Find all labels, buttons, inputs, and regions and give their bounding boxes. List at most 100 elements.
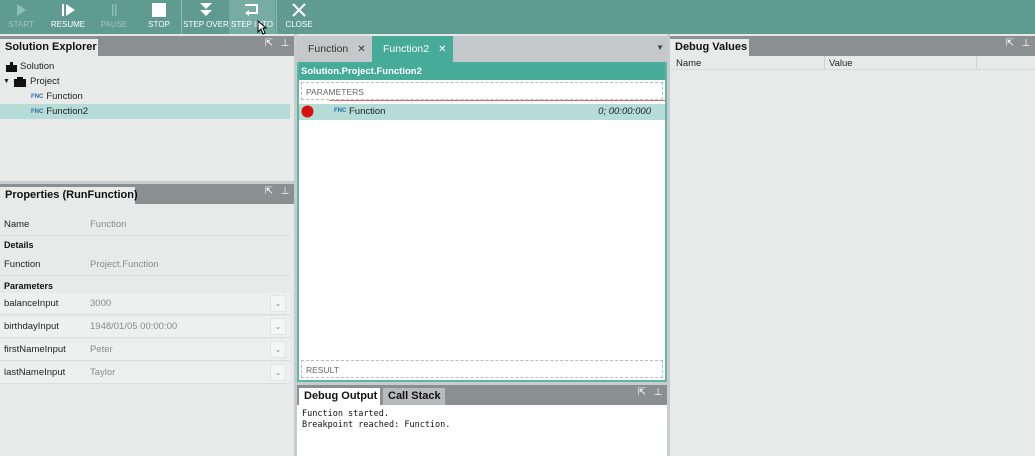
property-function-row: Function Project.Function [0, 254, 290, 276]
param-label: birthdayInput [4, 321, 59, 332]
parameters-heading: Parameters [4, 281, 54, 291]
tab-debug-output[interactable]: Debug Output [299, 388, 380, 405]
tree-item-function2[interactable]: FNC Function2 [0, 104, 290, 119]
tree-item-solution[interactable]: Solution [0, 59, 290, 74]
pause-icon [112, 4, 117, 16]
step-time: 0; 00:00:000 [598, 106, 651, 117]
chevron-down-icon[interactable]: ⌄ [270, 341, 286, 358]
function-icon: FNC [31, 108, 44, 115]
start-button[interactable]: START [2, 0, 40, 34]
solution-explorer-header: Solution Explorer ⇱ ⊥ [0, 36, 294, 56]
log-line: Function started. [302, 409, 389, 419]
param-value[interactable]: Peter [90, 344, 113, 355]
close-tab-icon[interactable]: ✕ [357, 44, 365, 55]
float-icon[interactable]: ⇱ [264, 38, 274, 49]
tab-label: Function [308, 43, 349, 55]
resume-button[interactable]: RESUME [46, 0, 90, 34]
solution-explorer-title: Solution Explorer [0, 39, 98, 56]
column-divider[interactable] [824, 56, 825, 70]
property-label: Name [4, 219, 30, 230]
parameters-label: PARAMETERS [306, 87, 364, 97]
pin-icon[interactable]: ⊥ [1021, 38, 1031, 49]
property-name-row: Name Function [0, 214, 290, 236]
close-label: CLOSE [285, 20, 313, 29]
column-value[interactable]: Value [829, 58, 853, 69]
tab-overflow-icon[interactable]: ▼ [656, 43, 664, 52]
toolbar-separator [181, 0, 182, 34]
close-icon [292, 3, 306, 17]
float-icon[interactable]: ⇱ [637, 387, 647, 398]
pause-button[interactable]: PAUSE [96, 0, 132, 34]
tab-label: Function2 [383, 43, 430, 55]
vertical-splitter[interactable] [667, 34, 670, 456]
step-label: Function [349, 106, 386, 117]
param-label: firstNameInput [4, 344, 66, 355]
param-value[interactable]: Taylor [90, 367, 115, 378]
param-value[interactable]: 1948/01/05 00:00:00 [90, 321, 177, 332]
properties-panel: Properties (RunFunction) ⇱ ⊥ Name Functio… [0, 184, 294, 456]
step-row-function[interactable]: FNC Function 0; 00:00:000 [299, 104, 665, 120]
function-editor: Solution.Project.Function2 PARAMETERS FN… [297, 62, 667, 382]
property-label: Function [4, 259, 41, 270]
stop-label: STOP [148, 20, 170, 29]
stop-button[interactable]: STOP [140, 0, 178, 34]
param-row-birthday: birthdayInput 1948/01/05 00:00:00 ⌄ [0, 316, 290, 338]
properties-title: Properties (RunFunction) [0, 187, 138, 204]
breadcrumb: Solution.Project.Function2 [299, 62, 665, 80]
tab-call-stack[interactable]: Call Stack [383, 388, 445, 405]
float-icon[interactable]: ⇱ [264, 186, 274, 197]
horizontal-splitter[interactable] [0, 181, 294, 184]
function-icon: FNC [334, 108, 347, 114]
debug-values-title: Debug Values [670, 39, 749, 56]
tree-item-label: Function2 [46, 106, 89, 117]
debug-values-panel: Debug Values ⇱ ⊥ Name Value [670, 36, 1035, 456]
debug-values-header: Debug Values ⇱ ⊥ [670, 36, 1035, 56]
pin-icon[interactable]: ⊥ [280, 186, 290, 197]
step-into-button[interactable]: STEP INTO [229, 0, 275, 34]
tab-function2[interactable]: Function2 ✕ [372, 36, 453, 62]
pin-icon[interactable]: ⊥ [280, 38, 290, 49]
tree-item-label: Solution [20, 61, 55, 72]
step-over-icon [200, 3, 212, 16]
debug-output-header: Debug Output Call Stack ⇱ ⊥ [297, 385, 667, 405]
vertical-splitter[interactable] [294, 34, 297, 456]
solution-icon [6, 61, 17, 72]
chevron-down-icon[interactable]: ⌄ [270, 295, 286, 312]
tree-item-label: Project [30, 76, 60, 87]
tab-function[interactable]: Function ✕ [297, 36, 371, 62]
start-label: START [8, 20, 34, 29]
drop-indicator-line [329, 100, 665, 101]
close-tab-icon[interactable]: ✕ [438, 44, 446, 55]
tree-item-label: Function [46, 91, 83, 102]
result-label: RESULT [306, 365, 339, 375]
details-heading: Details [4, 240, 34, 250]
property-value[interactable]: Project.Function [90, 259, 159, 270]
close-button[interactable]: CLOSE [281, 0, 317, 34]
log-line: Breakpoint reached: Function. [302, 420, 451, 430]
chevron-down-icon[interactable]: ⌄ [270, 318, 286, 335]
property-value[interactable]: Function [90, 219, 126, 230]
horizontal-splitter[interactable] [297, 382, 667, 385]
breakpoint-icon[interactable] [301, 105, 314, 118]
column-divider[interactable] [976, 56, 977, 70]
column-name[interactable]: Name [676, 58, 701, 69]
play-icon [17, 4, 26, 16]
tree-item-function[interactable]: FNC Function [0, 89, 290, 104]
stop-icon [152, 3, 166, 17]
param-value[interactable]: 3000 [90, 298, 111, 309]
step-over-label: STEP OVER [183, 20, 229, 29]
parameters-section: PARAMETERS [301, 82, 663, 100]
resume-label: RESUME [50, 20, 86, 29]
param-label: balanceInput [4, 298, 59, 309]
expand-triangle-icon[interactable]: ▼ [0, 78, 14, 85]
pause-label: PAUSE [100, 20, 128, 29]
param-row-lastname: lastNameInput Taylor ⌄ [0, 362, 290, 384]
float-icon[interactable]: ⇱ [1005, 38, 1015, 49]
step-over-button[interactable]: STEP OVER [183, 0, 229, 34]
pin-icon[interactable]: ⊥ [653, 387, 663, 398]
project-icon [14, 76, 26, 87]
mouse-cursor-icon [257, 20, 267, 35]
chevron-down-icon[interactable]: ⌄ [270, 364, 286, 381]
param-label: lastNameInput [4, 367, 66, 378]
tree-item-project[interactable]: ▼ Project [0, 74, 290, 89]
